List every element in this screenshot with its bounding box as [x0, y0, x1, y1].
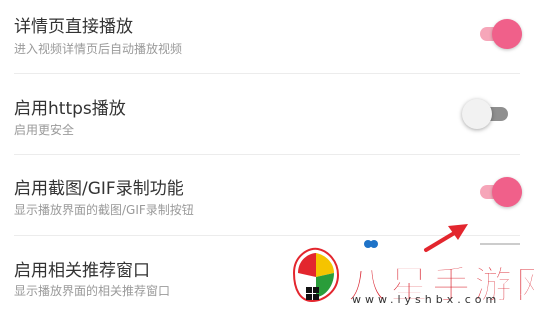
setting-title: 启用相关推荐窗口	[14, 261, 150, 281]
setting-title: 启用截图/GIF录制功能	[14, 179, 184, 199]
setting-subtitle: 显示播放界面的截图/GIF录制按钮	[14, 203, 194, 217]
watermark-url: www.lyshbx.com	[352, 293, 501, 306]
setting-title: 详情页直接播放	[14, 17, 133, 37]
setting-title: 启用https播放	[14, 99, 126, 119]
toggle-switch-screenshot-gif[interactable]	[476, 177, 522, 207]
watermark-logo-icon	[292, 247, 340, 303]
toggle-knob	[492, 177, 522, 207]
toggle-switch-https[interactable]	[462, 99, 508, 129]
setting-row-https[interactable]: 启用https播放 启用更安全	[0, 74, 534, 154]
setting-row-autoplay[interactable]: 详情页直接播放 进入视频详情页后自动播放视频	[0, 0, 534, 72]
setting-subtitle: 显示播放界面的相关推荐窗口	[14, 284, 171, 298]
setting-subtitle: 进入视频详情页后自动播放视频	[14, 42, 183, 56]
watermark-decoration-icon	[364, 240, 520, 248]
toggle-knob	[462, 99, 492, 129]
setting-subtitle: 启用更安全	[14, 123, 75, 137]
toggle-knob	[492, 19, 522, 49]
toggle-switch-autoplay[interactable]	[476, 19, 522, 49]
